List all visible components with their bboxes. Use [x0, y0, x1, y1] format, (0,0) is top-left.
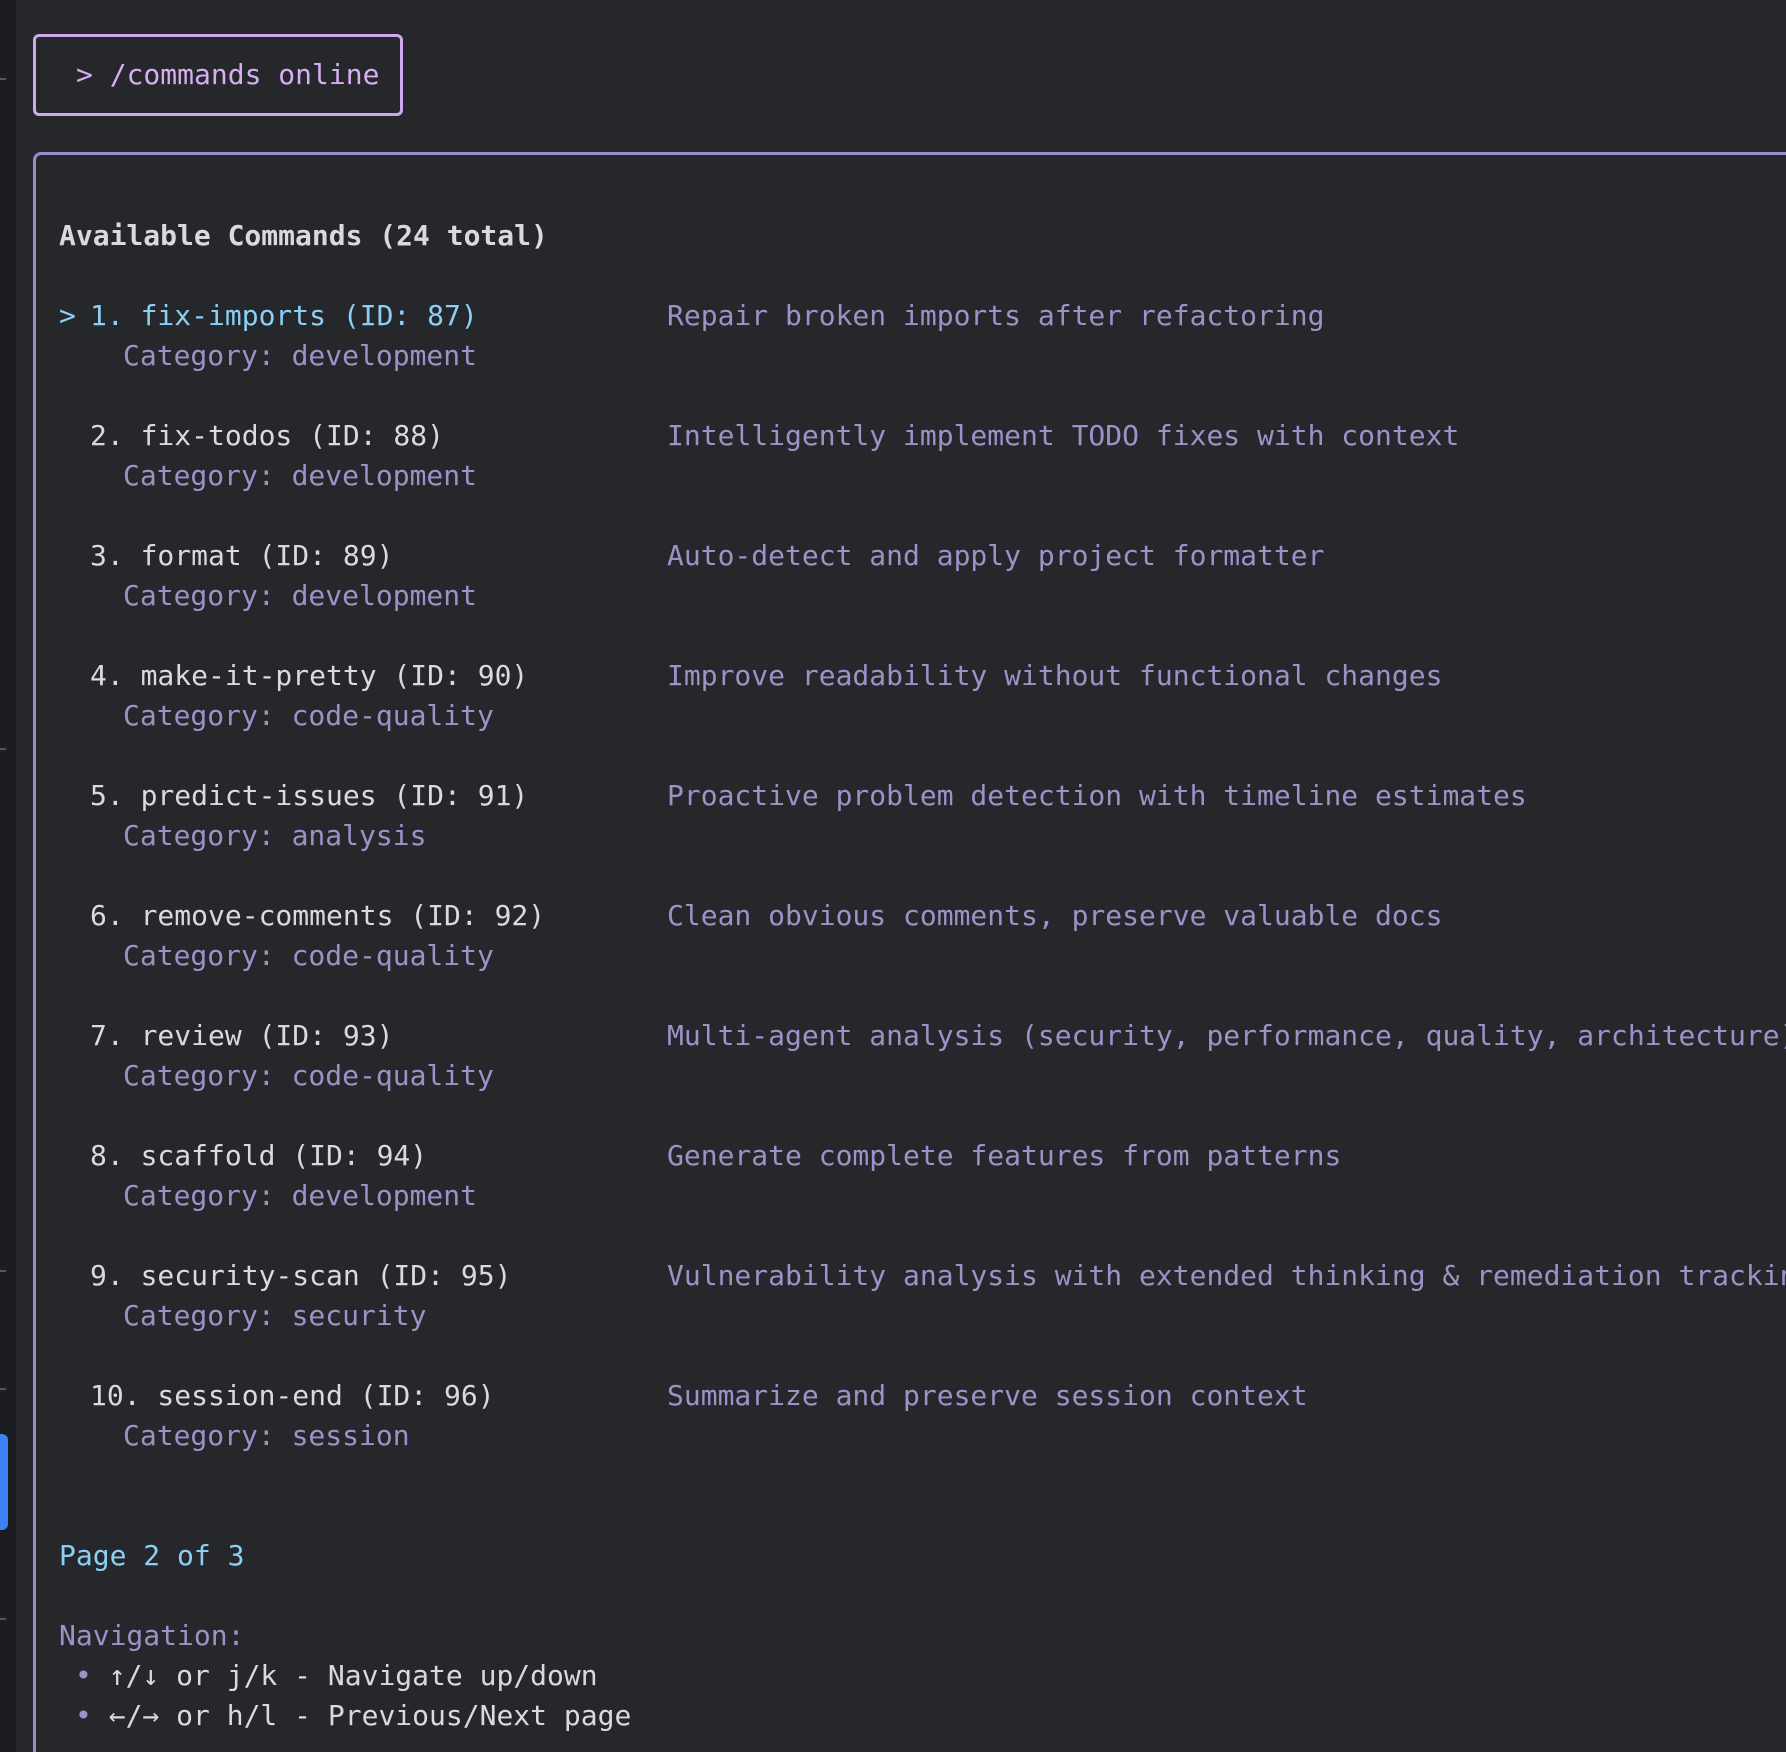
command-item-category: Category: development: [123, 1179, 478, 1212]
command-item-description: Proactive problem detection with timelin…: [667, 779, 1527, 812]
command-item-description: Clean obvious comments, preserve valuabl…: [667, 899, 1443, 932]
page-indicator: Page 2 of 3: [59, 1539, 245, 1572]
gutter-mark: [0, 1388, 6, 1390]
command-item-description: Auto-detect and apply project formatter: [667, 539, 1325, 572]
navigation-hint: • ↑/↓ or j/k - Navigate up/down: [75, 1656, 598, 1696]
command-item-label[interactable]: 1. fix-imports (ID: 87): [90, 296, 478, 336]
command-item-category: Category: code-quality: [123, 939, 494, 972]
command-input-echo: > /commands online: [33, 34, 403, 116]
navigation-hint: • ←/→ or h/l - Previous/Next page: [75, 1696, 631, 1736]
gutter-mark: [0, 1618, 6, 1620]
selection-cursor-icon: >: [59, 299, 76, 332]
navigation-hint-text: ←/→ or h/l - Previous/Next page: [108, 1699, 632, 1732]
command-text: /commands online: [109, 58, 380, 91]
command-item-description: Intelligently implement TODO fixes with …: [667, 419, 1460, 452]
command-item-category: Category: session: [123, 1419, 410, 1452]
gutter-mark: [0, 78, 6, 80]
command-item-description: Vulnerability analysis with extended thi…: [667, 1259, 1786, 1292]
navigation-title: Navigation:: [59, 1619, 245, 1652]
gutter-scroll-indicator[interactable]: [0, 1434, 8, 1530]
command-item-label[interactable]: 8. scaffold (ID: 94): [90, 1136, 427, 1176]
command-item-label[interactable]: 5. predict-issues (ID: 91): [90, 776, 528, 816]
command-item-category: Category: code-quality: [123, 699, 494, 732]
gutter-mark: [0, 1270, 6, 1272]
gutter-mark: [0, 748, 6, 750]
bullet-icon: •: [75, 1699, 92, 1732]
commands-list-title: Available Commands (24 total): [59, 219, 548, 252]
command-item-label[interactable]: 4. make-it-pretty (ID: 90): [90, 656, 528, 696]
command-item-label[interactable]: 3. format (ID: 89): [90, 536, 393, 576]
command-item-category: Category: security: [123, 1299, 427, 1332]
command-item-description: Generate complete features from patterns: [667, 1139, 1342, 1172]
command-item-label[interactable]: 9. security-scan (ID: 95): [90, 1256, 511, 1296]
command-item-category: Category: analysis: [123, 819, 427, 852]
bullet-icon: •: [75, 1659, 92, 1692]
command-item-category: Category: development: [123, 459, 478, 492]
navigation-hint-text: ↑/↓ or j/k - Navigate up/down: [108, 1659, 598, 1692]
command-item-description: Summarize and preserve session context: [667, 1379, 1308, 1412]
command-item-label[interactable]: 6. remove-comments (ID: 92): [90, 896, 545, 936]
command-item-category: Category: code-quality: [123, 1059, 494, 1092]
prompt-symbol: >: [76, 58, 93, 91]
command-item-category: Category: development: [123, 339, 478, 372]
command-item-label[interactable]: 2. fix-todos (ID: 88): [90, 416, 444, 456]
command-item-description: Multi-agent analysis (security, performa…: [667, 1019, 1786, 1052]
command-item-label[interactable]: 10. session-end (ID: 96): [90, 1376, 495, 1416]
command-item-description: Improve readability without functional c…: [667, 659, 1443, 692]
command-item-label[interactable]: 7. review (ID: 93): [90, 1016, 393, 1056]
command-item-category: Category: development: [123, 579, 478, 612]
command-item-description: Repair broken imports after refactoring: [667, 299, 1325, 332]
